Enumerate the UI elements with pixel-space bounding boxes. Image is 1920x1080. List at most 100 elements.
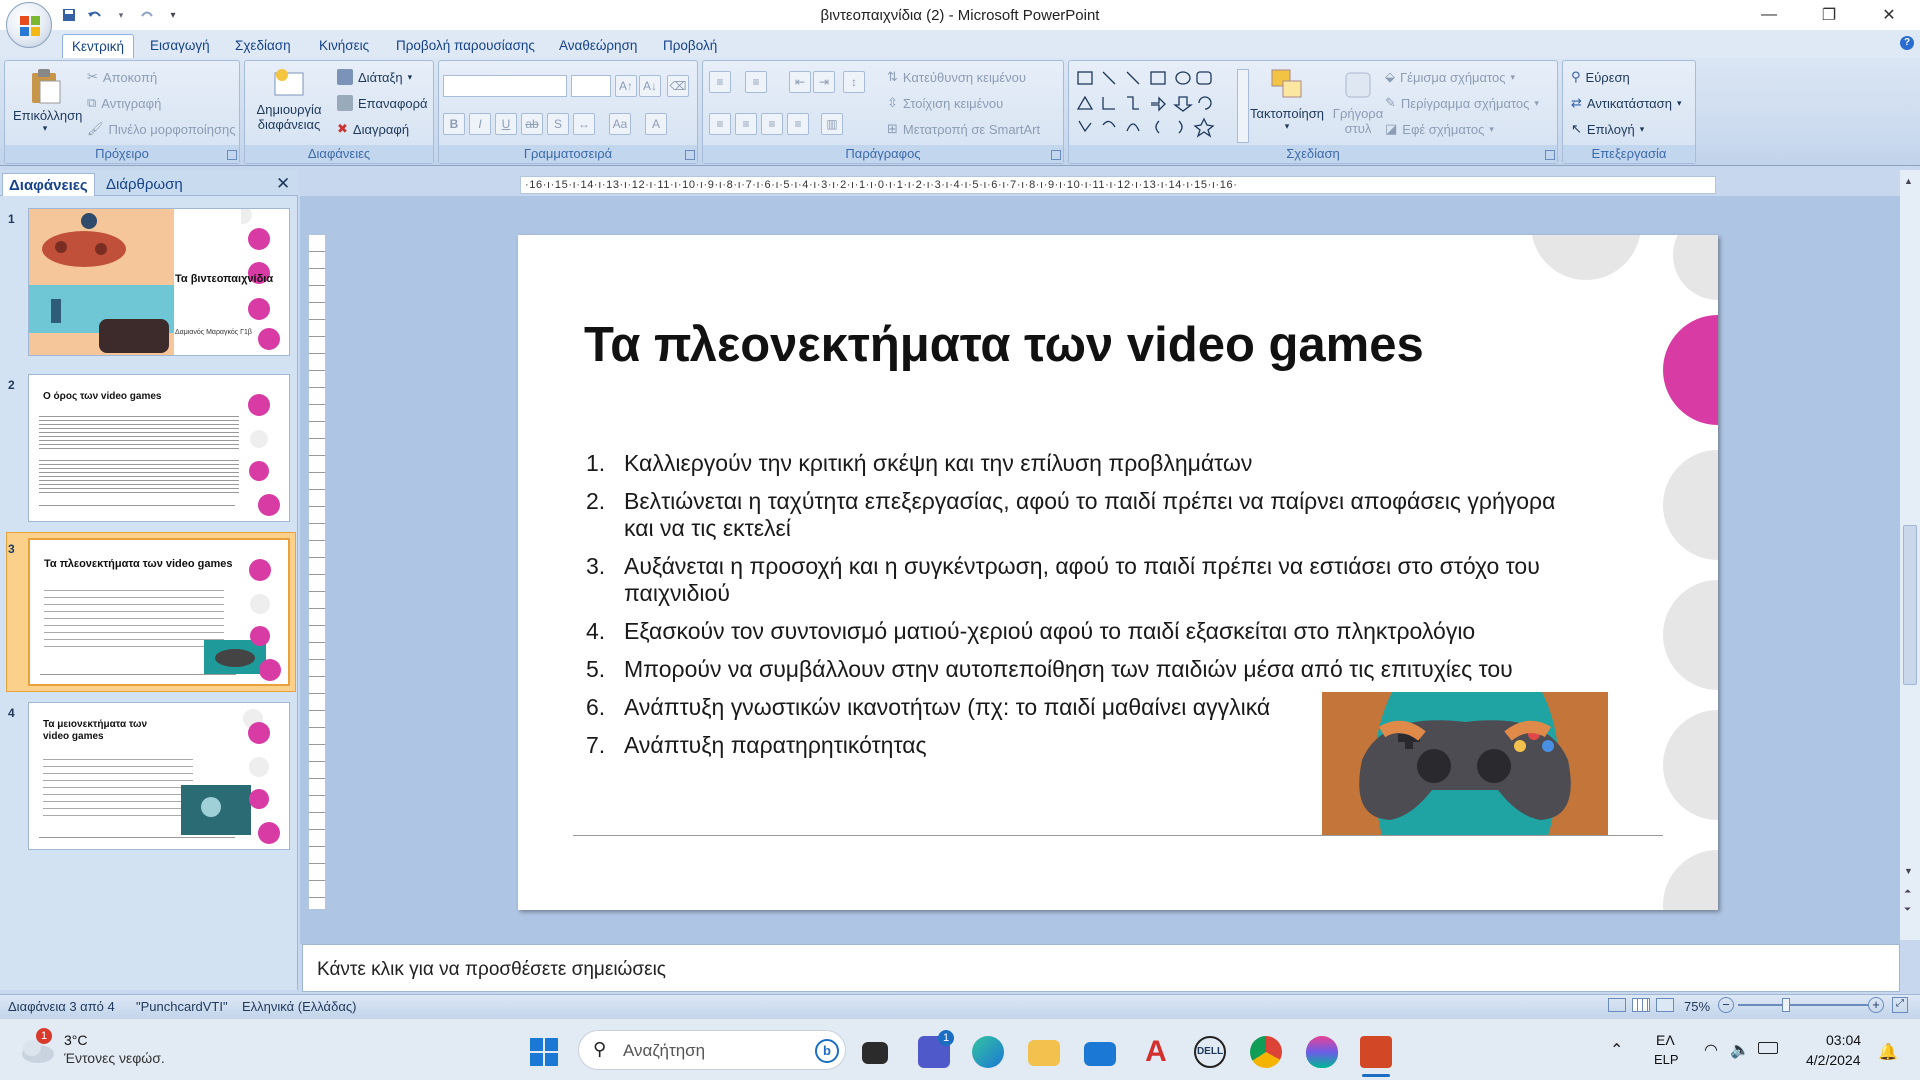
zoom-slider-thumb[interactable]	[1782, 998, 1790, 1012]
paragraph-launcher-icon[interactable]	[1051, 150, 1061, 160]
taskbar-search[interactable]: ⚲ Αναζήτηση b	[578, 1030, 846, 1070]
copy-button[interactable]: ⧉ Αντιγραφή	[87, 95, 161, 111]
line-spacing-icon[interactable]: ↕	[843, 71, 865, 93]
shape-fill-button[interactable]: ⬙ Γέμισμα σχήματος ▾	[1385, 69, 1515, 85]
windows-start-icon[interactable]	[528, 1036, 560, 1068]
reset-button[interactable]: Επαναφορά	[337, 95, 428, 111]
language-indicator-top[interactable]: ΕΛ	[1656, 1032, 1675, 1048]
close-button[interactable]: ✕	[1860, 0, 1918, 30]
zoom-level[interactable]: 75%	[1684, 999, 1710, 1014]
tab-slideshow[interactable]: Προβολή παρουσίασης	[387, 34, 544, 58]
powerpoint-taskbar-icon[interactable]	[1360, 1036, 1392, 1068]
shrink-font-icon[interactable]: A↓	[639, 75, 661, 97]
shape-outline-button[interactable]: ✎ Περίγραμμα σχήματος ▾	[1385, 95, 1539, 111]
game-controller-picture[interactable]	[1322, 692, 1608, 836]
align-right-icon[interactable]: ≡	[761, 113, 783, 135]
clear-format-icon[interactable]: ⌫	[667, 75, 689, 97]
fit-window-icon[interactable]: ⤢	[1892, 997, 1908, 1013]
font-name-combo[interactable]	[443, 75, 567, 97]
notes-pane[interactable]: Κάντε κλικ για να προσθέσετε σημειώσεις	[302, 944, 1900, 992]
select-button[interactable]: ↖ Επιλογή ▾	[1571, 121, 1644, 137]
tab-view[interactable]: Προβολή	[654, 34, 726, 58]
layout-button[interactable]: Διάταξη ▾	[337, 69, 412, 85]
zoom-slider[interactable]	[1738, 1004, 1868, 1006]
text-direction-button[interactable]: ⇅ Κατεύθυνση κειμένου	[887, 69, 1026, 85]
scroll-thumb[interactable]	[1903, 525, 1917, 685]
decrease-indent-icon[interactable]: ⇤	[789, 71, 811, 93]
vertical-ruler[interactable]	[308, 234, 326, 910]
font-launcher-icon[interactable]	[685, 150, 695, 160]
align-center-icon[interactable]: ≡	[735, 113, 757, 135]
cut-button[interactable]: ✂ Αποκοπή	[87, 69, 157, 85]
format-painter-button[interactable]: 🖌 Πινέλο μορφοποίησης	[87, 121, 235, 137]
tab-outline-panel[interactable]: Διάρθρωση	[100, 173, 189, 196]
delete-slide-button[interactable]: ✖ Διαγραφή	[337, 121, 409, 137]
zoom-in-icon[interactable]: +	[1868, 997, 1884, 1013]
shape-effects-button[interactable]: ◪ Εφέ σχήματος ▾	[1385, 121, 1494, 137]
replace-button[interactable]: ⇄ Αντικατάσταση ▾	[1571, 95, 1681, 111]
font-size-combo[interactable]	[571, 75, 611, 97]
align-text-button[interactable]: ⇳ Στοίχιση κειμένου	[887, 95, 1003, 111]
bold-icon[interactable]: B	[443, 113, 465, 135]
shapes-gallery[interactable]	[1075, 69, 1235, 145]
smartart-button[interactable]: ⊞ Μετατροπή σε SmartArt	[887, 121, 1040, 137]
dell-icon[interactable]: DELL	[1194, 1036, 1226, 1068]
chevron-up-icon[interactable]: ⌃	[1610, 1040, 1623, 1060]
copilot-icon[interactable]	[1306, 1036, 1338, 1068]
clipboard-launcher-icon[interactable]	[227, 150, 237, 160]
chrome-icon[interactable]	[1250, 1036, 1282, 1068]
shadow-icon[interactable]: S	[547, 113, 569, 135]
language-indicator-bottom[interactable]: ELP	[1654, 1052, 1679, 1067]
minimize-button[interactable]: —	[1740, 0, 1798, 30]
bullets-icon[interactable]: ≡	[709, 71, 731, 93]
restore-button[interactable]: ❐	[1800, 0, 1858, 30]
file-explorer-icon[interactable]	[1028, 1040, 1060, 1066]
font-color-icon[interactable]: A	[645, 113, 667, 135]
sorter-view-icon[interactable]	[1632, 998, 1650, 1012]
office-button[interactable]	[6, 2, 52, 48]
slide-thumbnail-3[interactable]: Τα πλεονεκτήματα των video games	[28, 538, 290, 686]
underline-icon[interactable]: U	[495, 113, 517, 135]
next-slide-icon[interactable]: ⏷	[1904, 904, 1911, 915]
help-icon[interactable]: ?	[1900, 36, 1914, 50]
drawing-launcher-icon[interactable]	[1545, 150, 1555, 160]
align-left-icon[interactable]: ≡	[709, 113, 731, 135]
tab-slides-panel[interactable]: Διαφάνειες	[2, 173, 95, 196]
slide-thumbnail-4[interactable]: Τα μειονεκτήματα των video games	[28, 702, 290, 850]
tab-insert[interactable]: Εισαγωγή	[141, 34, 219, 58]
edge-icon[interactable]	[972, 1036, 1004, 1068]
arrange-button[interactable]: Τακτοποίηση ▾	[1243, 67, 1331, 132]
task-view-icon[interactable]	[862, 1042, 888, 1064]
tab-home[interactable]: Κεντρική	[62, 34, 135, 58]
grow-font-icon[interactable]: A↑	[615, 75, 637, 97]
find-button[interactable]: ⚲ Εύρεση	[1571, 69, 1630, 85]
columns-icon[interactable]: ▥	[821, 113, 843, 135]
volume-icon[interactable]: 🔈	[1730, 1040, 1750, 1060]
clock-date[interactable]: 4/2/2024	[1806, 1052, 1861, 1068]
notification-bell-icon[interactable]: 🔔	[1878, 1042, 1898, 1062]
scroll-up-icon[interactable]: ▲	[1904, 176, 1913, 186]
clock-time[interactable]: 03:04	[1826, 1032, 1861, 1048]
spacing-icon[interactable]: ↔	[573, 113, 595, 135]
numbering-icon[interactable]: ≡	[745, 71, 767, 93]
battery-icon[interactable]	[1758, 1042, 1778, 1054]
tab-review[interactable]: Αναθεώρηση	[550, 34, 646, 58]
italic-icon[interactable]: I	[469, 113, 491, 135]
change-case-icon[interactable]: Aa	[609, 113, 631, 135]
previous-slide-icon[interactable]: ⏶	[1904, 886, 1911, 897]
language-status[interactable]: Ελληνικά (Ελλάδας)	[242, 999, 356, 1014]
paste-button[interactable]: Επικόλληση ▾	[13, 67, 82, 134]
scroll-down-icon[interactable]: ▼	[1904, 866, 1913, 876]
slide-title[interactable]: Τα πλεονεκτήματα των video games	[584, 317, 1424, 373]
close-panel-icon[interactable]: ✕	[276, 174, 290, 194]
normal-view-icon[interactable]	[1608, 998, 1626, 1012]
tab-design[interactable]: Σχεδίαση	[226, 34, 300, 58]
tab-animations[interactable]: Κινήσεις	[310, 34, 378, 58]
increase-indent-icon[interactable]: ⇥	[813, 71, 835, 93]
mail-icon[interactable]	[1084, 1042, 1116, 1066]
slideshow-view-icon[interactable]	[1656, 998, 1674, 1012]
new-slide-button[interactable]: Δημιουργία διαφάνειας	[249, 67, 329, 132]
slide-thumbnail-2[interactable]: Ο όρος των video games	[28, 374, 290, 522]
justify-icon[interactable]: ≡	[787, 113, 809, 135]
slide-canvas[interactable]: Τα πλεονεκτήματα των video games 1. Καλλι…	[518, 235, 1718, 910]
